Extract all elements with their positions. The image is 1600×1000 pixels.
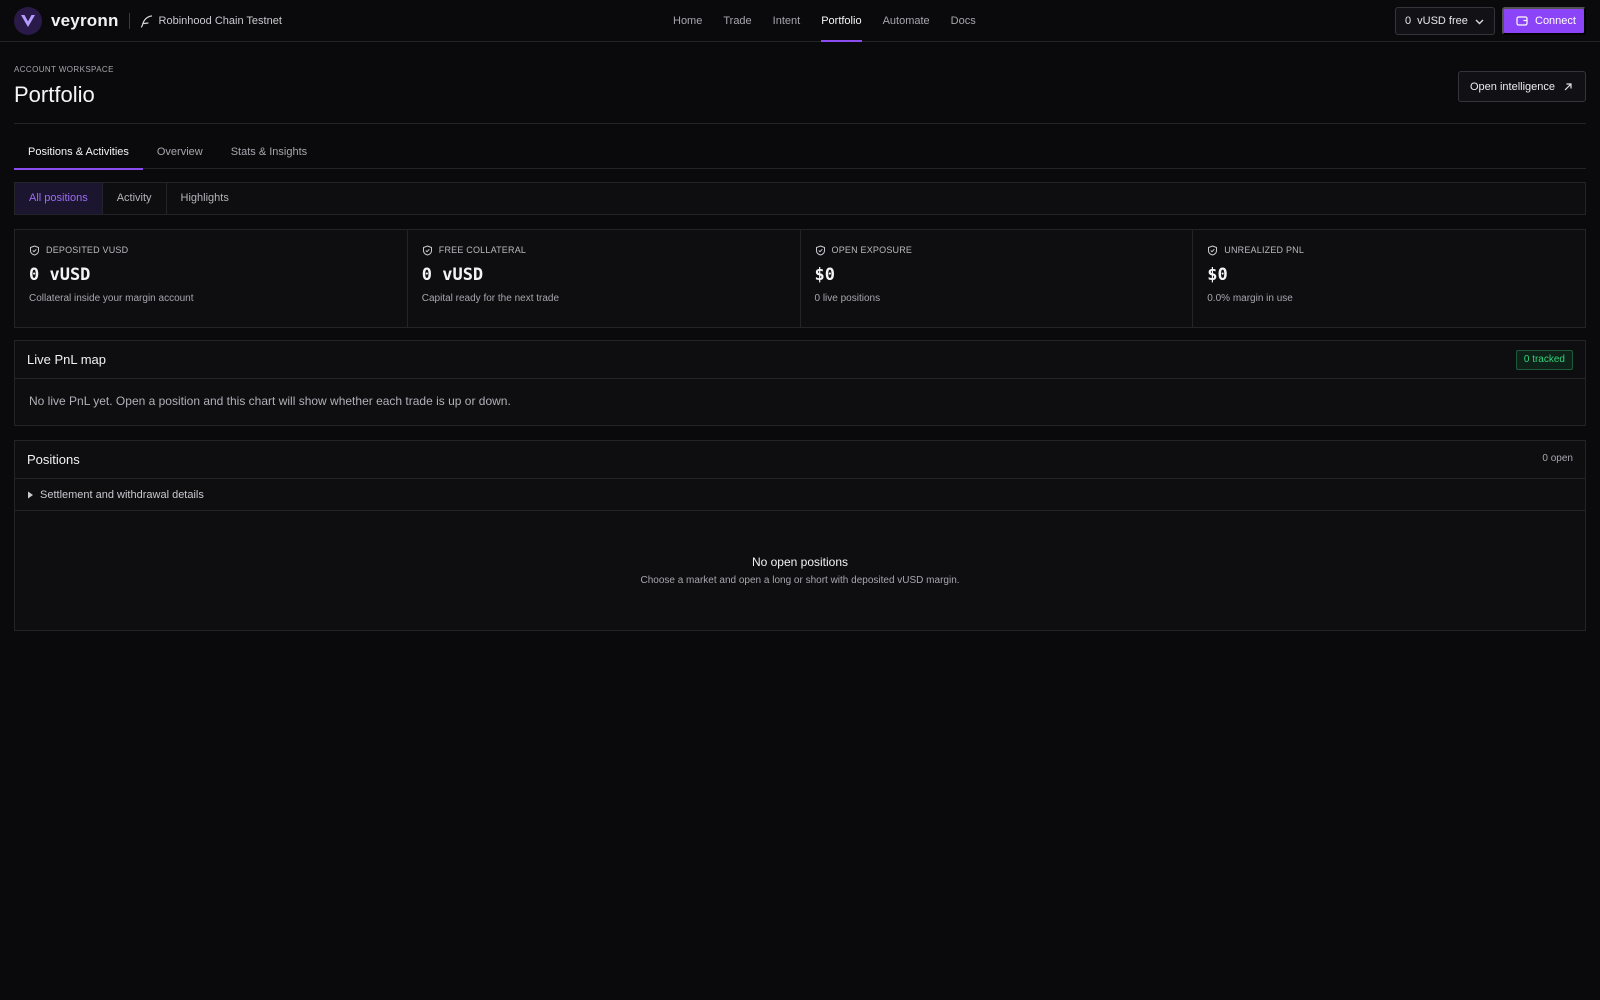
stat-value: 0 vUSD: [421, 265, 484, 285]
empty-state-title: No open positions: [751, 555, 849, 569]
balance-dropdown[interactable]: 0 vUSD free: [1395, 7, 1495, 35]
stat-card-open-exposure: OPEN EXPOSURE $0 0 live positions: [801, 230, 1194, 327]
panel-header: Live PnL map 0 tracked: [15, 341, 1585, 379]
stat-value: 0 vUSD: [29, 265, 91, 285]
position-filter-tabs: All positions Activity Highlights: [14, 182, 1586, 215]
stat-description: 0.0% margin in use: [1207, 293, 1293, 304]
brand-divider: [128, 13, 130, 29]
empty-state-description: Choose a market and open a long or short…: [640, 575, 960, 586]
panel-title: Live PnL map: [27, 352, 107, 367]
stat-card-free-collateral: FREE COLLATERAL 0 vUSD Capital ready for…: [408, 230, 801, 327]
nav-docs[interactable]: Docs: [951, 0, 976, 42]
page-eyebrow: ACCOUNT WORKSPACE: [14, 65, 114, 74]
nav-trade[interactable]: Trade: [723, 0, 751, 42]
caret-right-icon: [28, 491, 33, 498]
header-divider: [14, 123, 1586, 124]
open-count: 0 open: [1542, 453, 1573, 464]
nav-intent[interactable]: Intent: [773, 0, 801, 42]
tab-positions-activities[interactable]: Positions & Activities: [14, 135, 143, 170]
stat-label: OPEN EXPOSURE: [831, 245, 913, 255]
subtab-highlights[interactable]: Highlights: [167, 183, 243, 214]
tab-overview[interactable]: Overview: [143, 135, 217, 169]
open-intelligence-label: Open intelligence: [1470, 80, 1556, 93]
stat-description: Capital ready for the next trade: [421, 293, 560, 304]
network-indicator: Robinhood Chain Testnet: [140, 14, 282, 28]
stat-card-deposited: DEPOSITED VUSD 0 vUSD Collateral inside …: [15, 230, 408, 327]
shield-check-icon: [1208, 244, 1218, 256]
positions-panel: Positions 0 open Settlement and withdraw…: [14, 440, 1586, 631]
nav-home[interactable]: Home: [673, 0, 702, 42]
network-name: Robinhood Chain Testnet: [158, 15, 282, 27]
shield-check-icon: [815, 244, 825, 256]
shield-check-icon: [422, 244, 432, 256]
subtab-all-positions[interactable]: All positions: [15, 183, 103, 214]
panel-title: Positions: [27, 452, 80, 467]
shield-check-icon: [30, 244, 39, 256]
portfolio-tabs: Positions & Activities Overview Stats & …: [14, 135, 1586, 170]
brand[interactable]: veyronn Robinhood Chain Testnet: [14, 6, 282, 36]
brand-name: veyronn: [51, 11, 119, 30]
top-navigation-bar: veyronn Robinhood Chain Testnet Home Tra…: [0, 0, 1600, 42]
connect-label: Connect: [1535, 15, 1576, 27]
stat-description: Collateral inside your margin account: [29, 293, 194, 304]
wallet-icon: [1516, 16, 1528, 26]
tab-stats-insights[interactable]: Stats & Insights: [217, 135, 321, 169]
settlement-details-label: Settlement and withdrawal details: [40, 488, 204, 501]
stat-value: $0: [1207, 265, 1228, 285]
stat-label: UNREALIZED PNL: [1224, 245, 1305, 255]
veyronn-logo-icon: [14, 7, 42, 35]
arrow-up-right-icon: [1564, 83, 1572, 91]
settlement-details-toggle[interactable]: Settlement and withdrawal details: [15, 479, 1585, 511]
nav-automate[interactable]: Automate: [883, 0, 930, 42]
nav-portfolio[interactable]: Portfolio: [821, 0, 862, 42]
stat-label: FREE COLLATERAL: [438, 245, 527, 255]
feather-icon: [140, 14, 152, 28]
open-intelligence-button[interactable]: Open intelligence: [1458, 71, 1586, 102]
tracked-count-badge: 0 tracked: [1515, 350, 1573, 370]
stat-card-unrealized-pnl: UNREALIZED PNL $0 0.0% margin in use: [1193, 230, 1585, 327]
stat-label: DEPOSITED VUSD: [46, 245, 129, 255]
stat-description: 0 live positions: [814, 293, 881, 304]
chevron-down-icon: [1475, 19, 1484, 25]
main-nav: Home Trade Intent Portfolio Automate Doc…: [673, 0, 997, 42]
account-stats: DEPOSITED VUSD 0 vUSD Collateral inside …: [14, 229, 1586, 328]
empty-state: No open positions Choose a market and op…: [15, 511, 1585, 586]
connect-wallet-button[interactable]: Connect: [1502, 7, 1586, 35]
live-pnl-map-panel: Live PnL map 0 tracked No live PnL yet. …: [14, 340, 1586, 426]
page-title: Portfolio: [14, 82, 95, 107]
balance-amount: 0: [1405, 15, 1412, 27]
subtab-activity[interactable]: Activity: [103, 183, 167, 214]
panel-header: Positions 0 open: [15, 441, 1585, 479]
balance-label: vUSD free: [1417, 15, 1468, 27]
pnl-empty-message: No live PnL yet. Open a position and thi…: [29, 394, 511, 408]
stat-value: $0: [814, 265, 835, 285]
